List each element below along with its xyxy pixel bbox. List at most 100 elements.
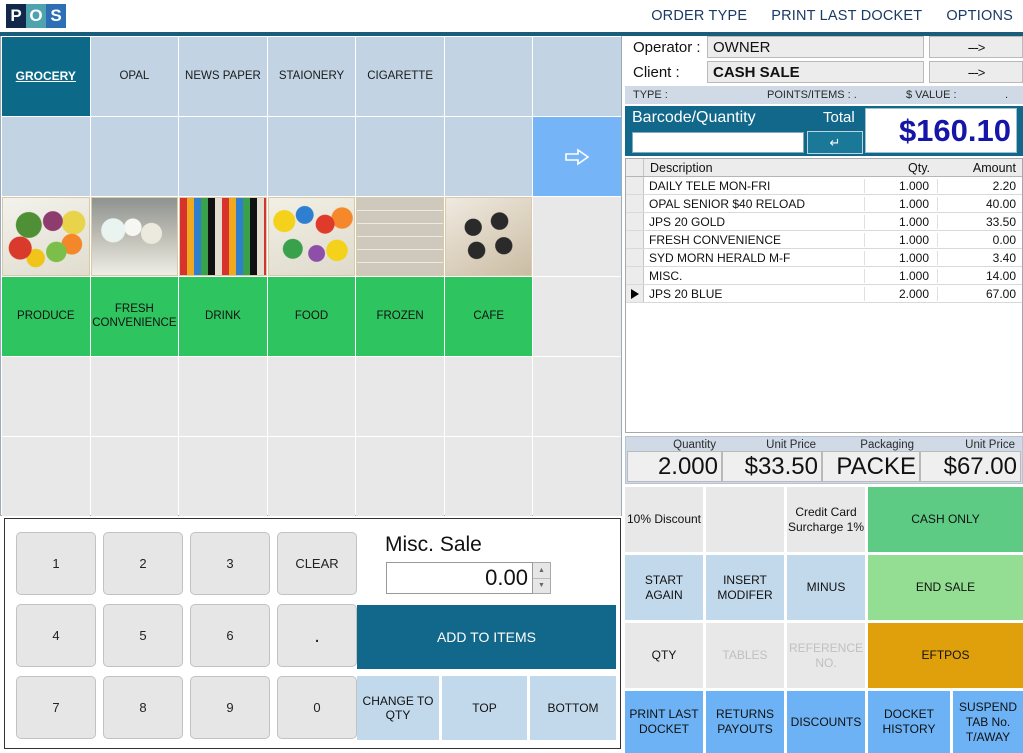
department-drink[interactable]: DRINK — [179, 277, 267, 356]
key-4[interactable]: 4 — [16, 604, 96, 667]
table-row[interactable]: OPAL SENIOR $40 RELOAD 1.000 40.00 — [626, 195, 1022, 213]
cash-only-button[interactable]: CASH ONLY — [868, 487, 1023, 552]
discounts-button[interactable]: DISCOUNTS — [787, 691, 865, 753]
barcode-label: Barcode/Quantity — [632, 109, 756, 126]
minus-button[interactable]: MINUS — [787, 555, 865, 620]
category-tile-empty-1[interactable] — [444, 37, 533, 116]
stepper-up-icon[interactable]: ▲ — [533, 563, 550, 578]
category-tile-r2-6[interactable] — [444, 117, 533, 196]
table-row[interactable]: MISC. 1.000 14.00 — [626, 267, 1022, 285]
product-image-cafe[interactable] — [444, 197, 533, 276]
table-row[interactable]: FRESH CONVENIENCE 1.000 0.00 — [626, 231, 1022, 249]
key-7[interactable]: 7 — [16, 676, 96, 739]
value-packaging[interactable]: PACKE — [822, 451, 920, 482]
insert-modifier-button[interactable]: INSERT MODIFER — [706, 555, 784, 620]
category-tile-r2-3[interactable] — [179, 117, 267, 196]
empty-tile-r5-4[interactable] — [267, 357, 356, 436]
product-image-dairy[interactable] — [90, 197, 179, 276]
points-bar: TYPE : POINTS/ITEMS : . $ VALUE : . — [625, 86, 1023, 104]
value-unit-price-2[interactable]: $67.00 — [920, 451, 1021, 482]
department-food[interactable]: FOOD — [267, 277, 356, 356]
department-frozen[interactable]: FROZEN — [356, 277, 444, 356]
empty-tile-r6-5[interactable] — [356, 437, 444, 516]
menu-order-type[interactable]: ORDER TYPE — [651, 8, 747, 24]
add-to-items-button[interactable]: ADD TO ITEMS — [357, 605, 616, 669]
key-clear[interactable]: CLEAR — [277, 532, 357, 595]
table-row[interactable]: SYD MORN HERALD M-F 1.000 3.40 — [626, 249, 1022, 267]
category-tile-r2-4[interactable] — [267, 117, 356, 196]
category-tile-grocery[interactable]: GROCERY — [2, 37, 90, 116]
empty-tile-r6-6[interactable] — [444, 437, 533, 516]
operator-select-button[interactable]: ---> — [929, 36, 1023, 58]
empty-tile-r5-2[interactable] — [90, 357, 179, 436]
category-tile-r2-2[interactable] — [90, 117, 179, 196]
ten-percent-discount-button[interactable]: 10% Discount — [625, 487, 703, 552]
qty-button[interactable]: QTY — [625, 623, 703, 688]
empty-tile-r5-1[interactable] — [2, 357, 90, 436]
value-unit-price[interactable]: $33.50 — [722, 451, 822, 482]
end-sale-button[interactable]: END SALE — [868, 555, 1023, 620]
category-tile-opal[interactable]: OPAL — [90, 37, 179, 116]
table-row[interactable]: JPS 20 GOLD 1.000 33.50 — [626, 213, 1022, 231]
key-decimal[interactable]: . — [277, 604, 357, 667]
barcode-input[interactable] — [632, 132, 804, 153]
department-fresh-convenience[interactable]: FRESH CONVENIENCE — [90, 277, 179, 356]
client-select-button[interactable]: ---> — [929, 61, 1023, 83]
key-8[interactable]: 8 — [103, 676, 183, 739]
key-5[interactable]: 5 — [103, 604, 183, 667]
department-empty[interactable] — [533, 277, 622, 356]
department-row: PRODUCE FRESH CONVENIENCE DRINK FOOD FRO… — [1, 276, 622, 356]
menu-print-last-docket[interactable]: PRINT LAST DOCKET — [771, 8, 922, 24]
top-button[interactable]: TOP — [442, 676, 527, 740]
empty-tile-r6-3[interactable] — [179, 437, 267, 516]
empty-tile-r5-3[interactable] — [179, 357, 267, 436]
empty-tile-r6-7[interactable] — [533, 437, 622, 516]
product-image-drinks[interactable] — [179, 197, 267, 276]
next-page-button[interactable] — [533, 117, 622, 196]
eftpos-button[interactable]: EFTPOS — [868, 623, 1023, 688]
value-quantity[interactable]: 2.000 — [627, 451, 722, 482]
category-tile-r2-5[interactable] — [356, 117, 444, 196]
table-row[interactable]: DAILY TELE MON-FRI 1.000 2.20 — [626, 177, 1022, 195]
key-9[interactable]: 9 — [190, 676, 270, 739]
bottom-button[interactable]: BOTTOM — [530, 676, 616, 740]
product-image-snacks[interactable] — [267, 197, 356, 276]
empty-tile-r6-1[interactable] — [2, 437, 90, 516]
category-tile-cigarette[interactable]: CIGARETTE — [356, 37, 444, 116]
category-tile-r2-1[interactable] — [2, 117, 90, 196]
start-again-button[interactable]: START AGAIN — [625, 555, 703, 620]
category-tile-empty-2[interactable] — [533, 37, 622, 116]
department-cafe[interactable]: CAFE — [444, 277, 533, 356]
empty-tile-r5-6[interactable] — [444, 357, 533, 436]
product-image-frozen[interactable] — [356, 197, 444, 276]
client-value[interactable]: CASH SALE — [707, 61, 924, 83]
category-tile-news-paper[interactable]: NEWS PAPER — [179, 37, 267, 116]
change-to-qty-button[interactable]: CHANGE TO QTY — [357, 676, 439, 740]
barcode-enter-button[interactable]: ↵ — [807, 131, 863, 154]
key-2[interactable]: 2 — [103, 532, 183, 595]
key-6[interactable]: 6 — [190, 604, 270, 667]
empty-tile-r5-7[interactable] — [533, 357, 622, 436]
print-last-docket-button[interactable]: PRINT LAST DOCKET — [625, 691, 703, 753]
product-image-produce[interactable] — [2, 197, 90, 276]
misc-sale-input[interactable]: 0.00 — [386, 562, 533, 594]
blank-action-button[interactable] — [706, 487, 784, 552]
key-1[interactable]: 1 — [16, 532, 96, 595]
category-tile-staionery[interactable]: STAIONERY — [267, 37, 356, 116]
menu-options[interactable]: OPTIONS — [946, 8, 1013, 24]
table-row-selected[interactable]: JPS 20 BLUE 2.000 67.00 — [626, 285, 1022, 303]
value-label: $ VALUE : — [906, 89, 957, 101]
returns-payouts-button[interactable]: RETURNS PAYOUTS — [706, 691, 784, 753]
empty-tile-r6-4[interactable] — [267, 437, 356, 516]
docket-history-button[interactable]: DOCKET HISTORY — [868, 691, 950, 753]
stepper-down-icon[interactable]: ▼ — [533, 577, 550, 593]
product-image-empty[interactable] — [533, 197, 622, 276]
empty-tile-r5-5[interactable] — [356, 357, 444, 436]
credit-card-surcharge-button[interactable]: Credit Card Surcharge 1% — [787, 487, 865, 552]
key-0[interactable]: 0 — [277, 676, 357, 739]
suspend-tab-button[interactable]: SUSPEND TAB No. T/AWAY — [953, 691, 1023, 753]
operator-value[interactable]: OWNER — [707, 36, 924, 58]
empty-tile-r6-2[interactable] — [90, 437, 179, 516]
department-produce[interactable]: PRODUCE — [2, 277, 90, 356]
key-3[interactable]: 3 — [190, 532, 270, 595]
